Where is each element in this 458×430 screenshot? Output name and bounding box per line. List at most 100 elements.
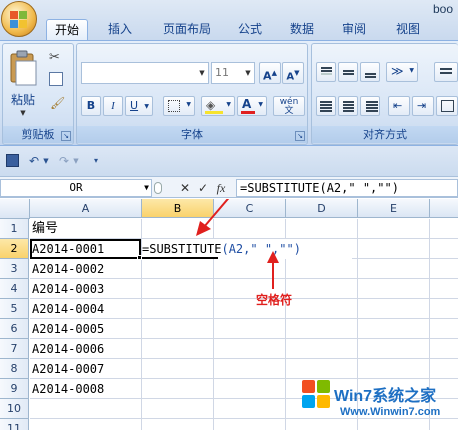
cut-icon[interactable]: ✂ bbox=[49, 50, 60, 65]
fill-color-button[interactable]: ◈ ▼ bbox=[201, 96, 235, 116]
windows-logo-icon bbox=[302, 380, 332, 410]
row-header[interactable]: 7 bbox=[0, 339, 29, 359]
align-left-button[interactable] bbox=[316, 96, 336, 116]
chevron-down-icon: ▼ bbox=[409, 67, 414, 74]
increase-indent-button[interactable]: ⇥ bbox=[412, 96, 434, 116]
cell-a6[interactable]: A2014-0005 bbox=[30, 319, 104, 339]
increase-indent-icon: ⇥ bbox=[417, 99, 427, 112]
watermark: Win7系统之家 Www.Winwin7.com bbox=[300, 378, 458, 430]
column-header-e[interactable]: E bbox=[358, 199, 430, 218]
grow-font-button[interactable]: A▲ bbox=[259, 62, 281, 84]
tab-data[interactable]: 数据 bbox=[282, 19, 322, 40]
name-box[interactable]: OR ▼ bbox=[0, 179, 152, 197]
tab-page-layout[interactable]: 页面布局 bbox=[152, 19, 222, 40]
cell-a3[interactable]: A2014-0002 bbox=[30, 259, 104, 279]
tab-formulas[interactable]: 公式 bbox=[230, 19, 270, 40]
orientation-button[interactable]: ≫ ▼ bbox=[386, 62, 418, 82]
font-color-icon: A bbox=[242, 97, 252, 111]
cell-a4[interactable]: A2014-0003 bbox=[30, 279, 104, 299]
decrease-indent-icon: ⇤ bbox=[393, 99, 403, 112]
formula-bar-splitter[interactable] bbox=[154, 182, 162, 194]
row-header[interactable]: 10 bbox=[0, 399, 29, 419]
row-header[interactable]: 6 bbox=[0, 319, 29, 339]
align-right-icon bbox=[366, 101, 378, 103]
save-icon[interactable] bbox=[4, 154, 20, 168]
column-header-f[interactable] bbox=[430, 199, 458, 218]
chevron-down-icon: ▼ bbox=[245, 69, 251, 77]
merge-cells-button[interactable] bbox=[436, 96, 458, 116]
copy-icon[interactable] bbox=[49, 72, 63, 86]
font-size-value: 11 bbox=[215, 66, 229, 79]
chevron-down-icon[interactable]: ▼ bbox=[72, 154, 80, 168]
tab-home[interactable]: 开始 bbox=[46, 19, 88, 40]
phonetic-char-icon: 文 bbox=[284, 106, 294, 116]
function-underline bbox=[142, 257, 218, 259]
font-size-select[interactable]: 11 ▼ bbox=[211, 62, 255, 84]
ribbon: 粘贴 ▼ ✂ 🖌 剪贴板 ↘ ▼ 11 ▼ A▲ A▼ B I U ▼ ▼ ◈ … bbox=[0, 40, 458, 146]
watermark-title: Win7系统之家 bbox=[334, 388, 437, 405]
cell-b2-formula: =SUBSTITUTE(A2," ","") bbox=[142, 239, 301, 259]
select-all-corner[interactable] bbox=[0, 199, 30, 219]
wrap-text-button[interactable] bbox=[434, 62, 458, 82]
cell-a1[interactable]: 编号 bbox=[30, 219, 58, 239]
phonetic-guide-button[interactable]: wén 文 bbox=[273, 96, 305, 116]
align-center-icon bbox=[343, 101, 354, 103]
redo-icon[interactable]: ↷ bbox=[56, 154, 72, 168]
align-right-button[interactable] bbox=[360, 96, 380, 116]
row-header[interactable]: 8 bbox=[0, 359, 29, 379]
column-header-d[interactable]: D bbox=[286, 199, 358, 218]
align-bottom-icon bbox=[365, 73, 376, 75]
font-color-button[interactable]: A ▼ bbox=[237, 96, 267, 116]
formula-input[interactable]: =SUBSTITUTE(A2," ","") bbox=[236, 179, 458, 197]
align-bottom-button[interactable] bbox=[360, 62, 380, 82]
office-button[interactable] bbox=[1, 1, 37, 37]
space-annotation-label: 空格符 bbox=[256, 293, 293, 307]
cancel-icon[interactable]: ✕ bbox=[178, 180, 192, 196]
tab-review[interactable]: 审阅 bbox=[334, 19, 374, 40]
borders-button[interactable]: ▼ bbox=[163, 96, 195, 116]
clipboard-group: 粘贴 ▼ ✂ 🖌 剪贴板 ↘ bbox=[2, 43, 74, 145]
cell-a8[interactable]: A2014-0007 bbox=[30, 359, 104, 379]
row-header[interactable]: 1 bbox=[0, 219, 29, 239]
align-middle-icon bbox=[343, 70, 354, 72]
row-header[interactable]: 5 bbox=[0, 299, 29, 319]
bold-button[interactable]: B bbox=[81, 96, 101, 116]
shrink-font-button[interactable]: A▼ bbox=[282, 62, 304, 84]
ribbon-tab-strip: boo 开始 插入 页面布局 公式 数据 审阅 视图 bbox=[0, 0, 458, 40]
row-header[interactable]: 4 bbox=[0, 279, 29, 299]
align-center-button[interactable] bbox=[338, 96, 358, 116]
italic-button[interactable]: I bbox=[103, 96, 123, 116]
enter-check-icon[interactable]: ✓ bbox=[196, 180, 210, 196]
cell-a7[interactable]: A2014-0006 bbox=[30, 339, 104, 359]
cell-a9[interactable]: A2014-0008 bbox=[30, 379, 104, 399]
insert-function-icon[interactable]: fx bbox=[214, 180, 228, 196]
row-header[interactable]: 9 bbox=[0, 379, 29, 399]
font-launcher-icon[interactable]: ↘ bbox=[295, 131, 305, 141]
alignment-group: ≫ ▼ ⇤ ⇥ 对齐方式 bbox=[311, 43, 458, 145]
format-painter-icon[interactable]: 🖌 bbox=[50, 96, 65, 110]
align-middle-button[interactable] bbox=[338, 62, 358, 82]
cell-a5[interactable]: A2014-0004 bbox=[30, 299, 104, 319]
chevron-down-icon: ▼ bbox=[226, 101, 231, 108]
tab-insert[interactable]: 插入 bbox=[98, 19, 142, 40]
row-header[interactable]: 3 bbox=[0, 259, 29, 279]
clipboard-launcher-icon[interactable]: ↘ bbox=[61, 131, 71, 141]
formula-function: =SUBSTITUTE bbox=[142, 242, 222, 256]
column-header-b[interactable]: B bbox=[142, 199, 214, 218]
tab-view[interactable]: 视图 bbox=[388, 19, 428, 40]
font-name-select[interactable]: ▼ bbox=[81, 62, 209, 84]
undo-icon[interactable]: ↶ bbox=[26, 154, 42, 168]
customize-toolbar-icon[interactable]: ▾ bbox=[88, 154, 104, 168]
chevron-down-icon: ▼ bbox=[199, 69, 205, 77]
align-top-button[interactable] bbox=[316, 62, 336, 82]
align-left-icon bbox=[320, 101, 332, 103]
row-header[interactable]: 2 bbox=[0, 239, 29, 259]
paste-button[interactable]: 粘贴 ▼ bbox=[6, 47, 40, 123]
column-header-c[interactable]: C bbox=[214, 199, 286, 218]
column-header-a[interactable]: A bbox=[30, 199, 142, 218]
underline-button[interactable]: U ▼ bbox=[125, 96, 153, 116]
row-header[interactable]: 11 bbox=[0, 419, 29, 430]
name-box-value: OR bbox=[69, 181, 83, 194]
decrease-indent-button[interactable]: ⇤ bbox=[388, 96, 410, 116]
chevron-down-icon[interactable]: ▼ bbox=[42, 154, 50, 168]
